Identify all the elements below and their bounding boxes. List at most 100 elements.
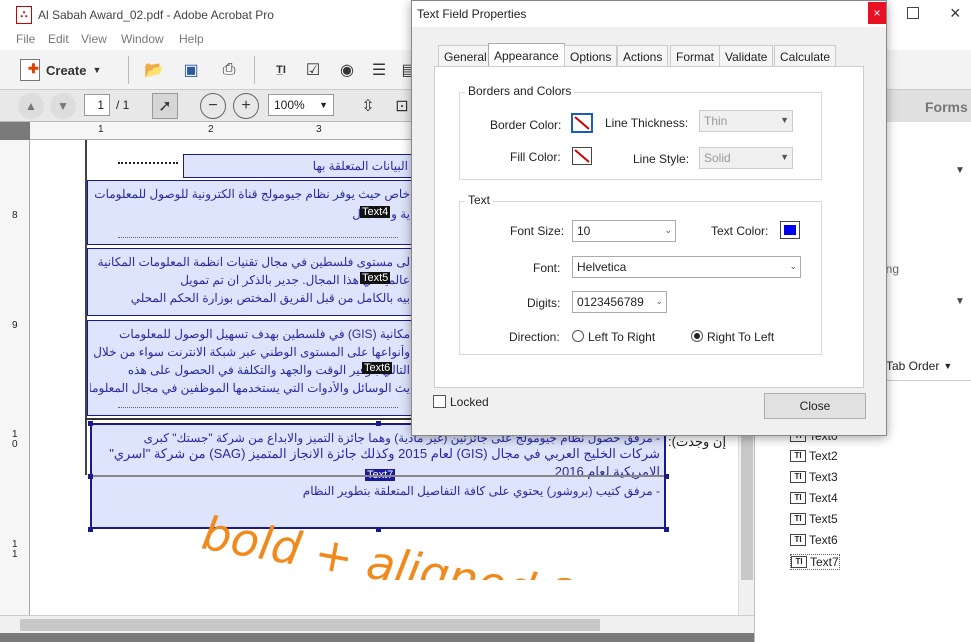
line-style-label: Line Style: [633,152,690,166]
font-select[interactable]: Helvetica ⌄ [572,256,801,278]
text-field-icon: TI [790,450,806,462]
dialog-close-icon[interactable]: × [868,2,886,24]
zoom-in-icon[interactable]: + [233,93,259,119]
field-list-item[interactable]: TI Text4 [790,491,838,505]
close-icon[interactable]: × [950,3,961,24]
menu-edit[interactable]: Edit [48,32,69,46]
pdf-file-icon: ⛬ [16,6,32,24]
dialog-title: Text Field Properties [417,7,527,21]
tab-appearance[interactable]: Appearance [488,43,565,67]
line-thickness-select[interactable]: Thin ▼ [699,110,793,132]
print-icon[interactable]: ⎙ [216,57,242,83]
next-page-icon[interactable]: ▼ [50,93,76,119]
rtl-radio[interactable] [691,330,703,342]
field-list-item[interactable]: TI Text5 [790,512,838,526]
ruler-tick: 2 [208,124,214,135]
zoom-out-icon[interactable]: − [200,93,226,119]
scroll-thumb[interactable] [20,619,600,631]
resize-handle[interactable] [88,421,93,426]
chevron-down-icon[interactable]: ▼ [955,296,965,307]
field-list-item[interactable]: TI Text6 [790,533,838,547]
appearance-tab-panel: Borders and Colors Border Color: Line Th… [434,66,864,388]
horizontal-scrollbar[interactable] [0,615,754,633]
create-button[interactable]: ✚ Create ▼ [20,56,101,84]
resize-handle[interactable] [88,474,93,479]
border-color-swatch[interactable] [572,114,592,132]
chevron-down-icon: ▼ [319,100,328,110]
digits-select[interactable]: 0123456789 ⌄ [572,291,667,313]
maximize-icon[interactable] [907,7,919,19]
field-text: لى مستوى فلسطين في مجال تقنيات انظمة الم… [97,255,410,269]
ruler-tick: 1 1 [12,539,18,560]
locked-checkbox[interactable] [433,395,446,408]
select-tool-icon[interactable]: ➚ [152,93,178,119]
no-color-icon [574,116,590,130]
create-label: Create [46,62,87,78]
text-field-icon: TI [790,492,806,504]
field-list-item-selected[interactable]: TI Text7 [790,554,840,570]
text-field-tool-icon[interactable]: T̲I [268,57,294,83]
tab-calculate[interactable]: Calculate [774,45,837,67]
ruler-tick: 1 0 [12,429,18,450]
page-total: / 1 [116,98,130,112]
resize-handle[interactable] [88,527,93,532]
line-style-select[interactable]: Solid ▼ [699,147,793,169]
ltr-radio[interactable] [572,330,584,342]
text-color-swatch[interactable] [780,221,800,239]
zoom-select[interactable]: 100% ▼ [268,94,334,116]
tab-order-button[interactable]: Tab Order ▼ [886,355,971,377]
fit-page-icon[interactable]: ⇳ [355,93,381,119]
save-icon[interactable]: ▣ [178,57,204,83]
field-list-item[interactable]: TI Text2 [790,449,838,463]
annotation-text: bold + aligned ?? [200,506,602,580]
tab-options[interactable]: Options [564,45,618,67]
dotted-line [118,237,398,238]
rtl-label: Right To Left [707,330,775,344]
checkbox-tool-icon[interactable]: ☑ [300,57,326,83]
resize-handle[interactable] [376,421,381,426]
tab-format[interactable]: Format [670,45,721,67]
close-button[interactable]: Close [764,393,866,419]
list-box-tool-icon[interactable]: ☰ [366,57,392,83]
tab-actions[interactable]: Actions [617,45,669,67]
text4-field[interactable]: خاص حيث يوفر نظام جيومولج قناة الكترونية… [87,180,413,245]
menu-view[interactable]: View [81,32,107,46]
fill-color-swatch[interactable] [572,147,592,165]
text5-field[interactable]: لى مستوى فلسطين في مجال تقنيات انظمة الم… [87,248,413,316]
previous-page-icon[interactable]: ▲ [18,93,44,119]
toolbar-divider [128,56,129,84]
page-number-input[interactable]: 1 [84,94,110,116]
text-field-icon: TI [790,513,806,525]
app-title: Al Sabah Award_02.pdf - Adobe Acrobat Pr… [38,8,274,22]
digits-label: Digits: [527,296,561,310]
chevron-down-icon: ▼ [780,115,789,125]
line-thickness-value: Thin [704,114,728,128]
chevron-down-icon: ⌄ [789,261,797,271]
fill-color-label: Fill Color: [510,150,561,164]
field-tag-text4: Text4 [360,206,391,218]
chevron-down-icon: ▼ [780,152,789,162]
chevron-down-icon: ⌄ [664,225,672,235]
menu-help[interactable]: Help [179,32,204,46]
menu-file[interactable]: File [16,32,35,46]
field-list-item[interactable]: TI Text3 [790,470,838,484]
tab-validate[interactable]: Validate [719,45,774,67]
font-size-select[interactable]: 10 ⌄ [572,220,676,242]
handwritten-annotation: bold + aligned ?? [200,506,602,580]
open-folder-icon[interactable]: 📂 [141,57,167,83]
form-field[interactable]: البيانات المتعلقة بها [183,154,413,178]
menu-window[interactable]: Window [121,32,164,46]
line-thickness-label: Line Thickness: [605,116,689,130]
chevron-down-icon[interactable]: ▼ [955,165,965,176]
ruler-tick: 1 [98,124,104,135]
text6-field[interactable]: مكانية (GIS) في فلسطين بهدف تسهيل الوصول… [87,320,413,416]
field-text: خاص حيث يوفر نظام جيومولج قناة الكترونية… [94,187,410,201]
chevron-down-icon: ▼ [92,65,102,75]
field-tag-text6: Text6 [362,362,393,374]
tab-general[interactable]: General [438,45,493,67]
radio-tool-icon[interactable]: ◉ [334,57,360,83]
no-color-icon [574,149,590,163]
digits-value: 0123456789 [577,295,644,309]
font-size-value: 10 [577,224,591,238]
tab-order-label: Tab Order [886,359,940,373]
